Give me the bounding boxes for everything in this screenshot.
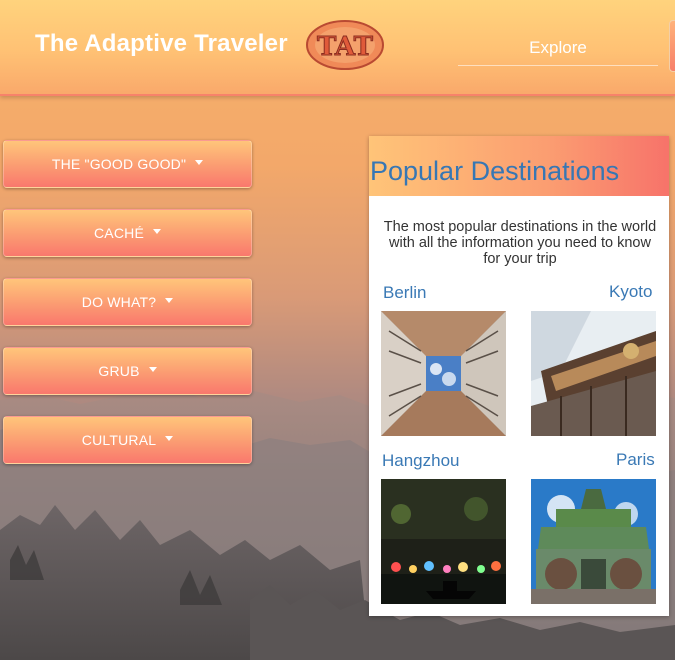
destination-link-paris[interactable]: Paris (616, 450, 655, 470)
caret-down-icon (195, 159, 204, 165)
caret-down-icon (148, 366, 157, 372)
brand-logo-letters: TAT (317, 32, 374, 62)
destination-image-paris[interactable] (531, 479, 656, 604)
destination-link-hangzhou[interactable]: Hangzhou (382, 451, 460, 471)
destination-link-berlin[interactable]: Berlin (383, 283, 426, 303)
caret-down-icon (165, 297, 174, 303)
caret-down-icon (153, 228, 161, 234)
destination-image-berlin[interactable] (381, 311, 506, 436)
side-nav-label: DO WHAT? (81, 294, 157, 310)
site-header: The Adaptive Traveler TAT Explore (0, 0, 675, 96)
side-nav-label: CACHÉ (93, 225, 144, 241)
side-nav-label: CULTURAL (81, 432, 157, 448)
destination-link-kyoto[interactable]: Kyoto (609, 282, 652, 302)
nav-overflow-button[interactable] (669, 20, 675, 72)
side-nav-do-what-button[interactable]: DO WHAT? (3, 278, 252, 326)
side-nav-cultural-button[interactable]: CULTURAL (3, 416, 252, 464)
card-description: The most popular destinations in the wor… (383, 219, 657, 267)
side-nav-grub-button[interactable]: GRUB (3, 347, 252, 395)
side-nav-cache-button[interactable]: CACHÉ (3, 209, 252, 257)
side-nav-label: THE "GOOD GOOD" (51, 156, 187, 172)
brand-title[interactable]: The Adaptive Traveler (35, 30, 288, 58)
side-nav-good-good-button[interactable]: THE "GOOD GOOD" (3, 140, 252, 188)
caret-down-icon (165, 435, 174, 441)
destination-image-hangzhou[interactable] (381, 479, 506, 604)
nav-explore-link[interactable]: Explore (458, 38, 658, 66)
destination-image-kyoto[interactable] (531, 311, 656, 436)
popular-destinations-card: Popular Destinations The most popular de… (369, 136, 669, 616)
side-nav-label: GRUB (98, 363, 140, 379)
card-title: Popular Destinations (370, 156, 620, 186)
side-nav: THE "GOOD GOOD" CACHÉ DO WHAT? GRUB CULT… (3, 140, 252, 485)
brand-logo-icon[interactable]: TAT (305, 19, 385, 71)
